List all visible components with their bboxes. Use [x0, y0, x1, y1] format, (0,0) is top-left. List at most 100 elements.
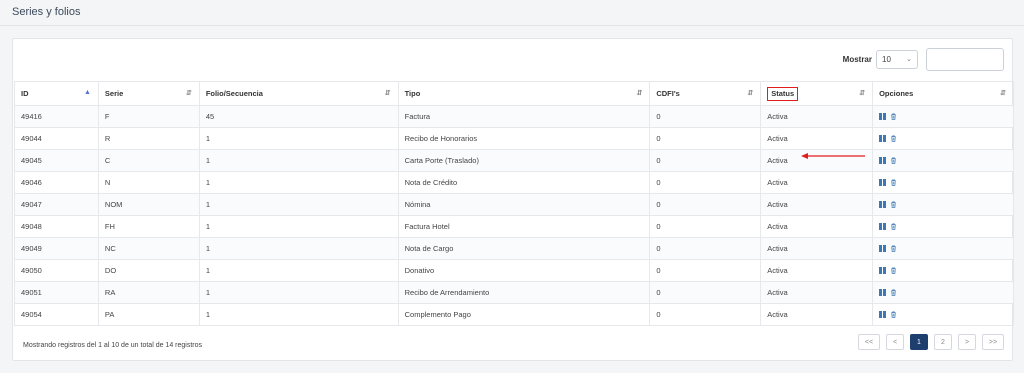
cell-folio: 45	[198, 105, 399, 128]
cell-tipo: Factura Hotel	[397, 215, 651, 238]
cell-serie: NOM	[97, 193, 200, 216]
cell-serie: DO	[97, 259, 200, 282]
sort-icon: ▲	[83, 89, 91, 96]
cell-serie: F	[97, 105, 200, 128]
cell-opciones	[872, 237, 1014, 260]
col-header-opciones[interactable]: Opciones ⇵	[872, 81, 1014, 106]
pause-icon[interactable]	[879, 223, 886, 230]
trash-icon[interactable]	[890, 113, 897, 120]
col-header-status[interactable]: Status ⇵	[760, 81, 874, 106]
cell-cfdis: 0	[649, 171, 762, 194]
pause-icon[interactable]	[879, 289, 886, 296]
cell-serie: PA	[97, 303, 200, 326]
cell-serie: R	[97, 127, 200, 150]
cell-tipo: Nómina	[397, 193, 651, 216]
col-header-serie[interactable]: Serie ⇵	[97, 81, 200, 106]
trash-icon[interactable]	[890, 267, 897, 274]
cell-status: Activa	[760, 193, 874, 216]
row-actions	[879, 223, 1007, 230]
cell-tipo: Nota de Cargo	[397, 237, 651, 260]
cell-folio: 1	[198, 193, 399, 216]
sort-icon: ⇵	[747, 90, 754, 97]
col-header-folio[interactable]: Folio/Secuencia ⇵	[198, 81, 399, 106]
table-row: 49046 N 1 Nota de Crédito 0 Activa	[14, 171, 1014, 194]
cell-status: Activa	[760, 127, 874, 150]
page-2-button[interactable]: 2	[934, 334, 952, 350]
cell-cfdis: 0	[649, 149, 762, 172]
pause-icon[interactable]	[879, 245, 886, 252]
row-actions	[879, 201, 1007, 208]
cell-id: 49045	[14, 149, 99, 172]
page-title: Series y folios	[12, 6, 81, 18]
cell-tipo: Carta Porte (Traslado)	[397, 149, 651, 172]
series-card: Mostrar 10 ⌄ ID ▲ Serie ⇵ Folio/Secuencia ⇵…	[12, 38, 1014, 361]
cell-status: Activa	[760, 105, 874, 128]
search-input[interactable]	[926, 47, 1004, 71]
trash-icon[interactable]	[890, 179, 897, 186]
cell-opciones	[872, 281, 1014, 304]
cell-serie: RA	[97, 281, 200, 304]
trash-icon[interactable]	[890, 135, 897, 142]
cell-id: 49046	[14, 171, 99, 194]
cell-folio: 1	[198, 281, 399, 304]
cell-cfdis: 0	[649, 259, 762, 282]
pause-icon[interactable]	[879, 113, 886, 120]
pause-icon[interactable]	[879, 311, 886, 318]
trash-icon[interactable]	[890, 311, 897, 318]
pause-icon[interactable]	[879, 157, 886, 164]
cell-folio: 1	[198, 215, 399, 238]
col-header-cfdis[interactable]: CDFI's ⇵	[649, 81, 762, 106]
cell-cfdis: 0	[649, 193, 762, 216]
cell-serie: NC	[97, 237, 200, 260]
cell-cfdis: 0	[649, 127, 762, 150]
trash-icon[interactable]	[890, 157, 897, 164]
cell-status: Activa	[760, 259, 874, 282]
cell-cfdis: 0	[649, 105, 762, 128]
cell-tipo: Recibo de Honorarios	[397, 127, 651, 150]
table-row: 49051 RA 1 Recibo de Arrendamiento 0 Activa	[14, 281, 1014, 304]
sort-icon: ⇵	[1000, 90, 1006, 97]
cell-id: 49049	[14, 237, 99, 260]
cell-opciones	[872, 149, 1014, 172]
trash-icon[interactable]	[890, 289, 897, 296]
last-page-button[interactable]: >>	[982, 334, 1004, 350]
cell-status: Activa	[760, 215, 874, 238]
cell-folio: 1	[198, 127, 399, 150]
row-actions	[879, 179, 1007, 186]
sort-icon: ⇵	[185, 90, 192, 97]
pause-icon[interactable]	[879, 135, 886, 142]
cell-tipo: Donativo	[397, 259, 651, 282]
trash-icon[interactable]	[890, 245, 897, 252]
sort-icon: ⇵	[859, 90, 866, 97]
cell-id: 49416	[14, 105, 99, 128]
col-header-id[interactable]: ID ▲	[14, 81, 99, 106]
table-row: 49049 NC 1 Nota de Cargo 0 Activa	[14, 237, 1014, 260]
prev-page-button[interactable]: <	[886, 334, 904, 350]
sort-icon: ⇵	[384, 90, 391, 97]
cell-cfdis: 0	[649, 237, 762, 260]
trash-icon[interactable]	[890, 201, 897, 208]
page-1-button[interactable]: 1	[910, 334, 928, 350]
pause-icon[interactable]	[879, 179, 886, 186]
table-row: 49048 FH 1 Factura Hotel 0 Activa	[14, 215, 1014, 238]
pause-icon[interactable]	[879, 267, 886, 274]
col-header-tipo[interactable]: Tipo ⇵	[397, 81, 651, 106]
cell-opciones	[872, 105, 1014, 128]
pause-icon[interactable]	[879, 201, 886, 208]
cell-opciones	[872, 127, 1014, 150]
next-page-button[interactable]: >	[958, 334, 976, 350]
cell-folio: 1	[198, 237, 399, 260]
cell-opciones	[872, 193, 1014, 216]
cell-id: 49044	[14, 127, 99, 150]
cell-serie: N	[97, 171, 200, 194]
page-size-select[interactable]: 10 ⌄	[876, 49, 918, 69]
table-row: 49050 DO 1 Donativo 0 Activa	[14, 259, 1014, 282]
row-actions	[879, 157, 1007, 164]
first-page-button[interactable]: <<	[858, 334, 880, 350]
cell-opciones	[872, 171, 1014, 194]
trash-icon[interactable]	[890, 223, 897, 230]
cell-status: Activa	[760, 237, 874, 260]
status-highlight: Status	[767, 86, 799, 101]
cell-serie: C	[97, 149, 200, 172]
cell-id: 49048	[14, 215, 99, 238]
